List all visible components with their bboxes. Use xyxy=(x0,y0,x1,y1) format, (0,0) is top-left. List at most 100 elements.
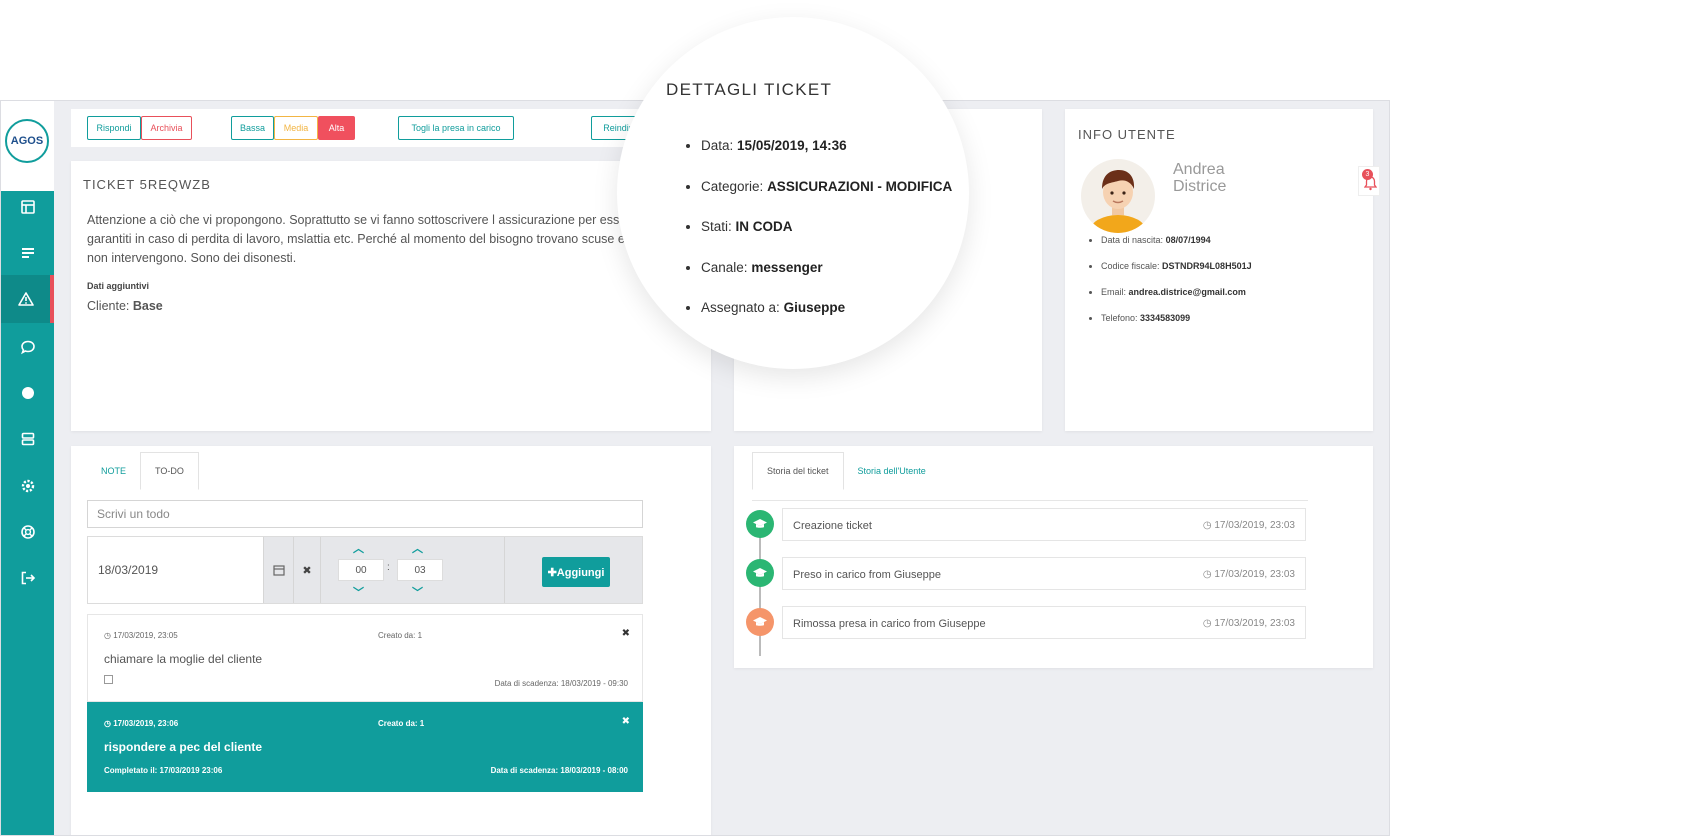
detail-categories: Categorie: ASSICURAZIONI - MODIFICA xyxy=(701,179,952,220)
database-icon xyxy=(21,432,34,446)
user-last-name: Districe xyxy=(1173,178,1227,195)
hour-up-chevron-icon[interactable]: ︿ xyxy=(353,540,364,556)
user-phone: Telefono: 3334583099 xyxy=(1101,313,1365,323)
list-icon xyxy=(21,248,34,258)
todo-date-row: 18/03/2019 ✖ ︿ 00 ﹀ : ︿ 03 ﹀ ✚Aggiungi xyxy=(87,536,643,604)
history-date: ◷ 17/03/2019, 23:03 xyxy=(1202,618,1295,629)
dashboard-icon xyxy=(20,200,35,214)
hour-input[interactable]: 00 xyxy=(338,559,384,581)
history-item: Rimossa presa in carico from Giuseppe ◷ … xyxy=(782,606,1306,639)
user-card: INFO UTENTE Andrea Districe Data di nasc… xyxy=(1065,109,1373,431)
todo-item: ◷ 17/03/2019, 23:05 Creato da: 1 ✖ chiam… xyxy=(87,614,643,702)
todo-creator: Creato da: 1 xyxy=(378,719,425,728)
delete-todo-button[interactable]: ✖ xyxy=(622,716,630,727)
sidebar-item-logout[interactable] xyxy=(1,554,54,602)
timeline-dot xyxy=(746,510,774,538)
extra-data-label: Dati aggiuntivi xyxy=(87,281,150,291)
history-text: Creazione ticket xyxy=(793,520,872,532)
sidebar-item-tickets[interactable] xyxy=(1,275,54,323)
sidebar-item-status[interactable] xyxy=(1,369,54,417)
history-divider xyxy=(752,500,1308,501)
add-todo-button[interactable]: ✚Aggiungi xyxy=(542,557,610,587)
details-list: Data: 15/05/2019, 14:36 Categorie: ASSIC… xyxy=(701,138,952,341)
history-card: Storia del ticket Storia dell'Utente Cre… xyxy=(734,446,1373,668)
ticket-card: TICKET 5REQWZB Attenzione a ciò che vi p… xyxy=(71,161,711,431)
detail-channel: Canale: messenger xyxy=(701,260,952,301)
circle-icon xyxy=(21,387,34,399)
logo[interactable]: AGOS xyxy=(5,119,49,163)
todo-created: ◷ 17/03/2019, 23:05 xyxy=(104,631,178,640)
sidebar-item-database[interactable] xyxy=(1,415,54,463)
todo-completed: Completato il: 17/03/2019 23:06 xyxy=(104,766,223,775)
client-row: Cliente: Base xyxy=(87,299,163,313)
todo-input[interactable]: Scrivi un todo xyxy=(87,500,643,528)
history-item: Creazione ticket ◷ 17/03/2019, 23:03 xyxy=(782,508,1306,541)
priority-low-button[interactable]: Bassa xyxy=(231,116,274,140)
minute-down-chevron-icon[interactable]: ﹀ xyxy=(412,584,423,600)
sidebar-item-chat[interactable] xyxy=(1,323,54,371)
reply-button[interactable]: Rispondi xyxy=(87,116,141,140)
graduation-cap-icon xyxy=(753,519,767,528)
priority-high-button[interactable]: Alta xyxy=(318,116,355,140)
warning-icon xyxy=(17,292,34,306)
todo-text: chiamare la moglie del cliente xyxy=(104,652,263,666)
notification-button[interactable]: 3 xyxy=(1358,166,1380,196)
todo-creator: Creato da: 1 xyxy=(378,631,423,640)
graduation-cap-icon xyxy=(753,617,767,626)
hour-down-chevron-icon[interactable]: ﹀ xyxy=(353,584,364,600)
ticket-toolbar: Rispondi Archivia Bassa Media Alta Togli… xyxy=(71,109,711,147)
details-title: DETTAGLI TICKET xyxy=(666,80,833,99)
user-full-name: Andrea Districe xyxy=(1173,161,1226,195)
ticket-body: Attenzione a ciò che vi propongono. Sopr… xyxy=(87,213,638,265)
sidebar-item-list[interactable] xyxy=(1,229,54,277)
user-first-name: Andrea xyxy=(1173,161,1225,178)
user-birthdate: Data di nascita: 08/07/1994 xyxy=(1101,235,1365,245)
todo-text: rispondere a pec del cliente xyxy=(104,740,263,754)
notes-card: NOTE TO-DO Scrivi un todo 18/03/2019 ✖ ︿… xyxy=(71,446,711,835)
user-info-list: Data di nascita: 08/07/1994 Codice fisca… xyxy=(1085,235,1365,339)
history-date: ◷ 17/03/2019, 23:03 xyxy=(1202,569,1295,580)
notes-tabs: NOTE TO-DO xyxy=(87,452,199,490)
graduation-cap-icon xyxy=(753,568,767,577)
time-separator: : xyxy=(387,562,390,573)
detail-assignee: Assegnato a: Giuseppe xyxy=(701,300,952,341)
tab-todo[interactable]: TO-DO xyxy=(140,452,199,490)
history-date: ◷ 17/03/2019, 23:03 xyxy=(1202,520,1295,531)
tab-ticket-history[interactable]: Storia del ticket xyxy=(752,452,844,490)
tab-note[interactable]: NOTE xyxy=(87,452,140,490)
chat-icon xyxy=(20,340,35,355)
logout-icon xyxy=(21,571,35,585)
calendar-icon xyxy=(272,565,285,576)
calendar-button[interactable] xyxy=(263,537,293,603)
archive-button[interactable]: Archivia xyxy=(141,116,192,140)
todo-date-field[interactable]: 18/03/2019 xyxy=(88,537,263,603)
user-email: Email: andrea.districe@gmail.com xyxy=(1101,287,1365,297)
todo-checkbox[interactable] xyxy=(104,675,113,684)
help-icon xyxy=(20,525,35,539)
client-value: Base xyxy=(132,299,163,313)
logo-area: AGOS xyxy=(1,101,54,191)
minute-up-chevron-icon[interactable]: ︿ xyxy=(412,540,423,556)
sidebar-item-settings[interactable] xyxy=(1,462,54,510)
minute-input[interactable]: 03 xyxy=(397,559,443,581)
priority-medium-button[interactable]: Media xyxy=(274,116,318,140)
sidebar: AGOS xyxy=(1,101,54,835)
tab-user-history[interactable]: Storia dell'Utente xyxy=(844,452,940,490)
history-text: Rimossa presa in carico from Giuseppe xyxy=(793,618,986,630)
timeline-dot xyxy=(746,559,774,587)
todo-created: ◷ 17/03/2019, 23:06 xyxy=(104,719,179,728)
delete-todo-button[interactable]: ✖ xyxy=(622,628,630,639)
history-text: Preso in carico from Giuseppe xyxy=(793,569,941,581)
clear-date-button[interactable]: ✖ xyxy=(293,537,321,603)
detail-status: Stati: IN CODA xyxy=(701,219,952,260)
gear-icon xyxy=(21,479,34,493)
details-magnifier: DETTAGLI TICKET Data: 15/05/2019, 14:36 … xyxy=(617,17,969,369)
timeline-dot xyxy=(746,608,774,636)
todo-due: Data di scadenza: 18/03/2019 - 09:30 xyxy=(494,679,628,688)
todo-item-completed: ◷ 17/03/2019, 23:06 Creato da: 1 ✖ rispo… xyxy=(87,702,643,792)
user-tax-code: Codice fiscale: DSTNDR94L08H501J xyxy=(1101,261,1365,271)
sidebar-item-support[interactable] xyxy=(1,508,54,556)
sidebar-item-dashboard[interactable] xyxy=(1,183,54,231)
history-item: Preso in carico from Giuseppe ◷ 17/03/20… xyxy=(782,557,1306,590)
release-ticket-button[interactable]: Togli la presa in carico xyxy=(398,116,514,140)
